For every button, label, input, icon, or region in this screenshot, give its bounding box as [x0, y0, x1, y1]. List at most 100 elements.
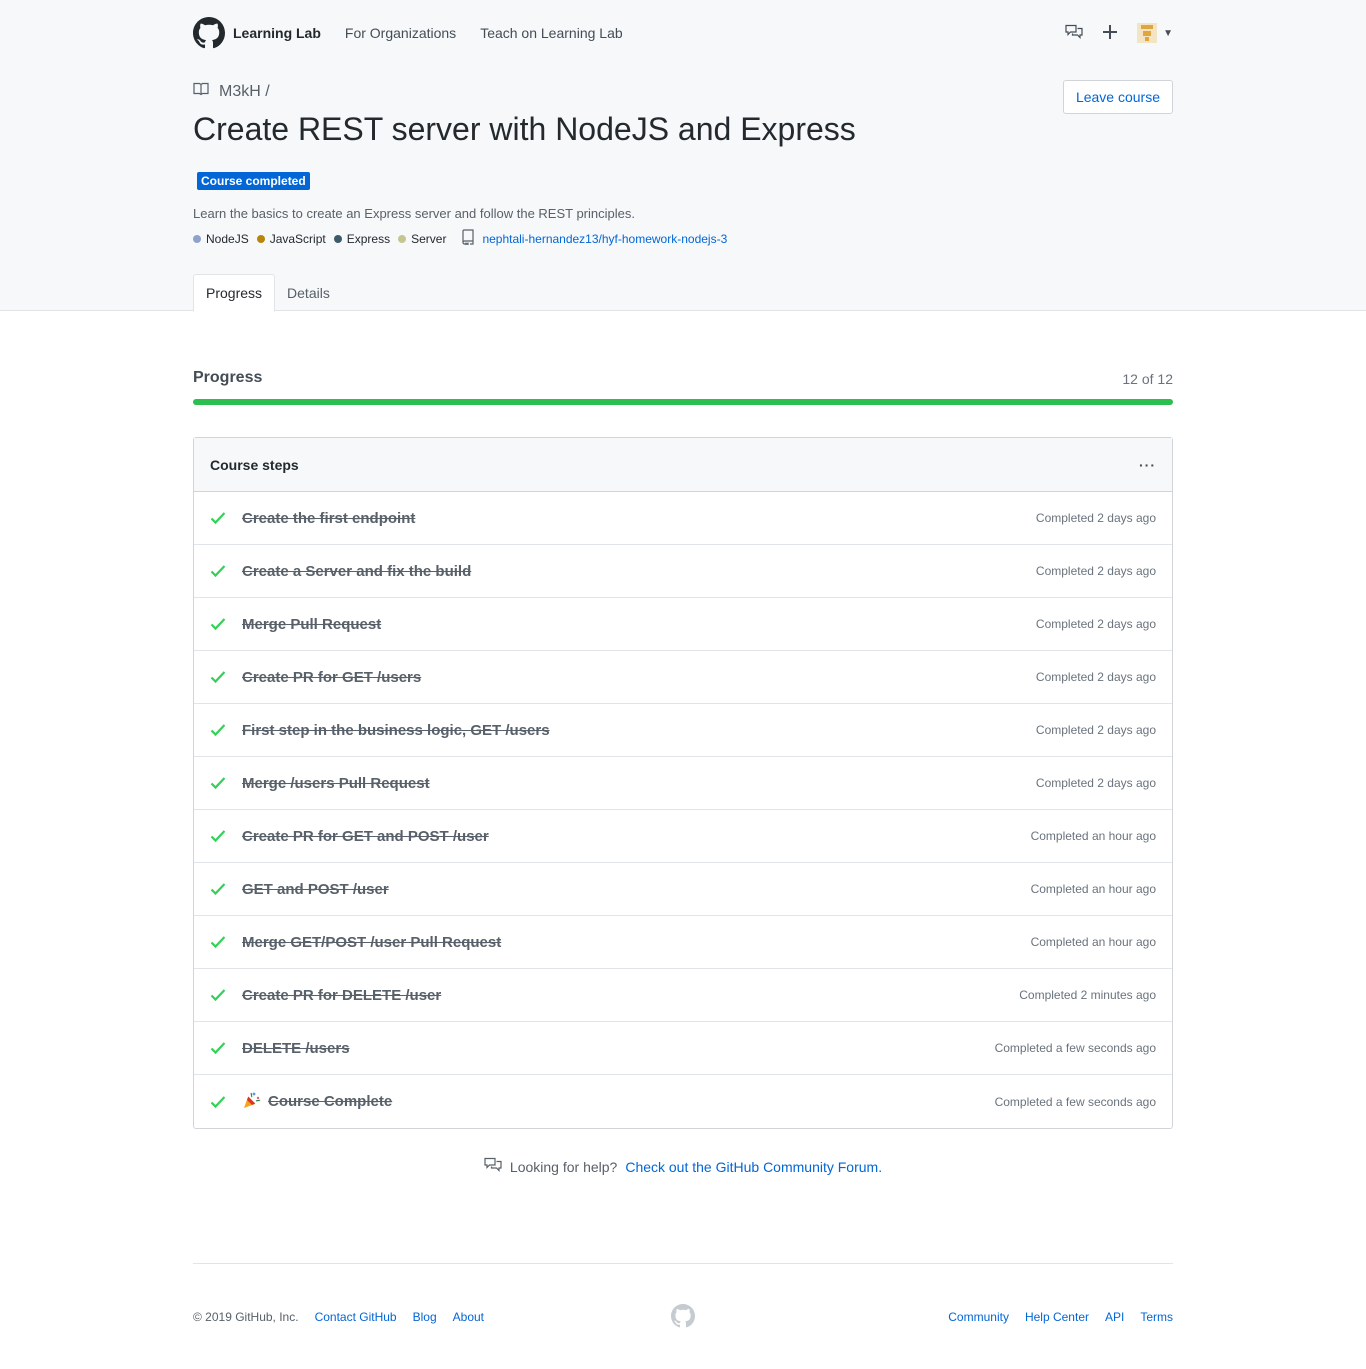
github-logo-icon	[193, 17, 225, 49]
course-steps-header: Course steps ···	[194, 438, 1172, 492]
tag-express: Express	[333, 231, 391, 246]
footer-link-help-center[interactable]: Help Center	[1025, 1310, 1089, 1324]
step-name[interactable]: Merge GET/POST /user Pull Request	[242, 934, 501, 951]
step-row[interactable]: Create PR for GET and POST /user Complete…	[194, 810, 1172, 863]
copyright: © 2019 GitHub, Inc.	[193, 1309, 299, 1324]
repo-link[interactable]: nephtali-hernandez13/hyf-homework-nodejs…	[462, 229, 727, 248]
github-mark-icon[interactable]	[671, 1304, 695, 1331]
leave-course-button[interactable]: Leave course	[1062, 80, 1173, 114]
comment-discussion-icon[interactable]	[1065, 24, 1083, 43]
course-description: Learn the basics to create an Express se…	[193, 206, 635, 221]
step-row[interactable]: Merge GET/POST /user Pull Request Complet…	[194, 916, 1172, 969]
plus-icon[interactable]	[1103, 24, 1118, 42]
step-name[interactable]: First step in the business logic, GET /u…	[242, 722, 550, 739]
step-completed-time: Completed 2 days ago	[1035, 511, 1156, 525]
page-footer: © 2019 GitHub, Inc. Contact GitHub Blog …	[0, 1263, 1366, 1369]
repo-book-icon	[193, 82, 209, 101]
footer-link-community[interactable]: Community	[948, 1310, 1009, 1324]
course-steps-list: Create the first endpoint Completed 2 day…	[194, 492, 1172, 1128]
help-text: Looking for help?	[509, 1158, 618, 1175]
step-name[interactable]: Merge Pull Request	[242, 616, 381, 633]
home-link[interactable]: Learning Lab	[193, 17, 321, 49]
step-row[interactable]: Create PR for GET /users Completed 2 days…	[194, 651, 1172, 704]
step-row[interactable]: First step in the business logic, GET /u…	[194, 704, 1172, 757]
step-name[interactable]: Merge /users Pull Request	[242, 775, 430, 792]
step-completed-time: Completed 2 days ago	[1035, 564, 1156, 578]
community-forum-link[interactable]: Check out the GitHub Community Forum.	[625, 1159, 882, 1175]
course-tags: NodeJS JavaScript Express Server nephtal…	[193, 229, 1173, 248]
step-completed-time: Completed 2 days ago	[1035, 776, 1156, 790]
comment-discussion-icon	[484, 1157, 502, 1176]
tab-bar: Progress Details	[193, 274, 342, 312]
tag-color-dot	[193, 234, 201, 243]
repo-icon	[462, 229, 482, 248]
course-steps-title: Course steps	[210, 456, 299, 473]
check-icon	[210, 1041, 226, 1055]
more-options-icon[interactable]: ···	[1139, 457, 1156, 473]
progress-count: 12 of 12	[1122, 371, 1173, 387]
breadcrumb: M3kH /	[193, 82, 1173, 101]
step-completed-time: Completed a few seconds ago	[994, 1041, 1156, 1055]
check-icon	[210, 564, 226, 578]
step-name[interactable]: Create PR for GET and POST /user	[242, 828, 489, 845]
check-icon	[210, 882, 226, 896]
tag-nodejs: NodeJS	[193, 232, 249, 246]
step-label: Course Complete	[268, 1093, 393, 1110]
check-icon	[210, 935, 226, 949]
step-row[interactable]: Course Complete Completed a few seconds a…	[194, 1075, 1172, 1128]
step-row[interactable]: Create the first endpoint Completed 2 day…	[194, 492, 1172, 545]
step-name[interactable]: Create a Server and fix the build	[242, 563, 471, 580]
step-completed-time: Completed a few seconds ago	[994, 1094, 1156, 1109]
step-row[interactable]: Create PR for DELETE /user Completed 2 mi…	[194, 969, 1172, 1022]
tag-label: Express	[346, 231, 391, 246]
step-row[interactable]: Merge /users Pull Request Completed 2 day…	[194, 757, 1172, 810]
tag-label: NodeJS	[206, 231, 249, 246]
step-name[interactable]: Create the first endpoint	[242, 510, 415, 527]
check-icon	[210, 511, 226, 525]
course-owner[interactable]: M3kH /	[219, 83, 270, 101]
step-completed-time: Completed 2 days ago	[1035, 670, 1156, 684]
step-label: DELETE /users	[242, 1039, 350, 1057]
step-completed-time: Completed 2 days ago	[1035, 617, 1156, 631]
footer-link-about[interactable]: About	[453, 1310, 484, 1324]
check-icon	[210, 988, 226, 1002]
footer-link-terms[interactable]: Terms	[1140, 1310, 1173, 1324]
step-name[interactable]: Create PR for DELETE /user	[242, 987, 441, 1004]
top-nav: Learning Lab For Organizations Teach on …	[193, 0, 1173, 66]
step-name[interactable]: Course Complete	[242, 1090, 392, 1114]
tag-label: Server	[411, 231, 447, 246]
step-name[interactable]: DELETE /users	[242, 1040, 350, 1057]
party-popper-icon	[242, 1090, 262, 1114]
repo-name: nephtali-hernandez13/hyf-homework-nodejs…	[482, 231, 728, 246]
step-name[interactable]: Create PR for GET /users	[242, 669, 421, 686]
tab-progress[interactable]: Progress	[193, 274, 276, 312]
step-label: Create the first endpoint	[242, 509, 416, 527]
check-icon	[210, 670, 226, 684]
step-label: Create a Server and fix the build	[242, 562, 472, 580]
step-label: First step in the business logic, GET /u…	[242, 721, 550, 739]
progress-bar	[193, 399, 1173, 405]
user-avatar[interactable]	[1137, 23, 1158, 43]
nav-link-teach[interactable]: Teach on Learning Lab	[480, 25, 622, 41]
step-completed-time: Completed 2 days ago	[1035, 723, 1156, 737]
step-row[interactable]: GET and POST /user Completed an hour ago	[194, 863, 1172, 916]
footer-link-api[interactable]: API	[1105, 1310, 1124, 1324]
footer-link-contact[interactable]: Contact GitHub	[315, 1310, 397, 1324]
step-row[interactable]: DELETE /users Completed a few seconds ago	[194, 1022, 1172, 1075]
progress-title: Progress	[193, 369, 263, 386]
tab-details[interactable]: Details	[275, 274, 342, 311]
step-completed-time: Completed an hour ago	[1030, 882, 1156, 896]
tag-label: JavaScript	[269, 231, 326, 246]
main-content: Progress 12 of 12 Course steps ··· Creat…	[193, 369, 1173, 1176]
step-name[interactable]: GET and POST /user	[242, 881, 389, 898]
nav-link-organizations[interactable]: For Organizations	[345, 25, 456, 41]
footer-link-blog[interactable]: Blog	[413, 1310, 437, 1324]
tag-color-dot	[333, 234, 342, 243]
step-label: GET and POST /user	[242, 880, 389, 898]
progress-bar-fill	[193, 399, 1173, 405]
page-title: Create REST server with NodeJS and Expre…	[193, 111, 856, 147]
step-row[interactable]: Create a Server and fix the build Complet…	[194, 545, 1172, 598]
chevron-down-icon[interactable]: ▼	[1163, 28, 1173, 39]
step-label: Merge /users Pull Request	[242, 774, 430, 792]
step-row[interactable]: Merge Pull Request Completed 2 days ago	[194, 598, 1172, 651]
